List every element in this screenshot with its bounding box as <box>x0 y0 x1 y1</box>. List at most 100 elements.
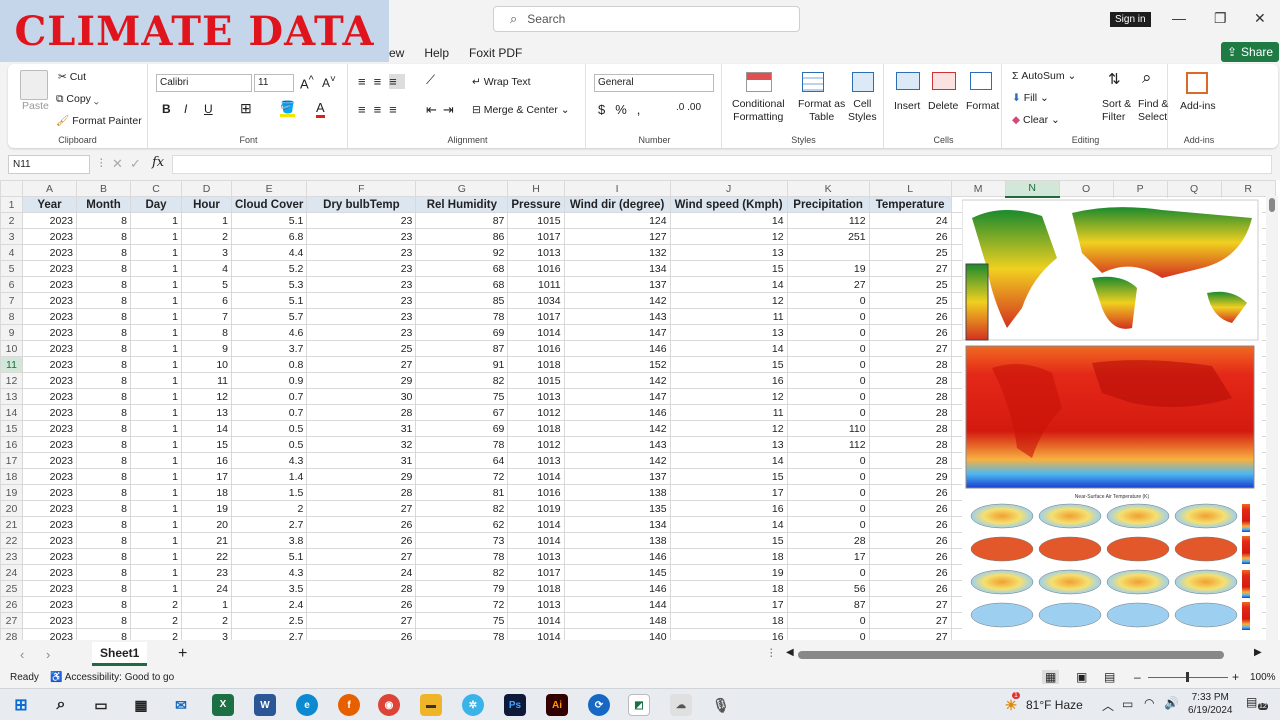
data-cell[interactable]: 2 <box>181 612 232 629</box>
data-cell[interactable]: 26 <box>868 548 952 565</box>
data-cell[interactable]: 2 <box>181 228 232 245</box>
data-cell[interactable]: 8 <box>76 484 131 501</box>
data-cell[interactable]: 1034 <box>507 292 565 309</box>
data-cell[interactable]: 75 <box>415 612 509 629</box>
italic-icon[interactable]: I <box>184 102 187 116</box>
data-cell[interactable]: 1014 <box>507 468 565 485</box>
data-cell[interactable]: 0 <box>786 404 870 421</box>
data-cell[interactable]: 0 <box>786 468 870 485</box>
task-view-icon[interactable]: ▭ <box>90 694 112 716</box>
data-cell[interactable]: 1 <box>130 420 182 437</box>
horizontal-align-icons[interactable]: ≡≡≡ <box>358 102 405 117</box>
data-cell[interactable]: 0 <box>786 388 870 405</box>
data-cell[interactable]: 26 <box>868 516 952 533</box>
data-cell[interactable]: 2.4 <box>230 596 308 613</box>
data-cell[interactable]: 142 <box>563 372 671 389</box>
data-cell[interactable]: 1016 <box>507 340 565 357</box>
data-cell[interactable]: 4.3 <box>230 452 308 469</box>
data-cell[interactable]: 8 <box>76 372 131 389</box>
data-cell[interactable]: 2023 <box>22 564 77 581</box>
data-cell[interactable]: 1016 <box>507 484 565 501</box>
data-cell[interactable]: 15 <box>669 356 788 373</box>
zoom-out-icon[interactable]: – <box>1134 670 1141 684</box>
data-cell[interactable]: 8 <box>76 420 131 437</box>
data-cell[interactable]: 25 <box>868 244 952 261</box>
data-cell[interactable]: 26 <box>306 516 417 533</box>
column-title[interactable]: Day <box>130 196 182 213</box>
data-cell[interactable]: 11 <box>181 372 232 389</box>
data-cell[interactable]: 8 <box>76 308 131 325</box>
data-cell[interactable]: 78 <box>415 308 509 325</box>
data-cell[interactable]: 12 <box>669 420 788 437</box>
data-cell[interactable]: 8 <box>76 516 131 533</box>
data-cell[interactable]: 26 <box>868 324 952 341</box>
data-cell[interactable]: 17 <box>669 596 788 613</box>
data-cell[interactable]: 1 <box>130 452 182 469</box>
row-header[interactable]: 21 <box>0 516 23 533</box>
data-cell[interactable]: 2023 <box>22 308 77 325</box>
data-cell[interactable]: 28 <box>868 388 952 405</box>
data-cell[interactable]: 1017 <box>507 308 565 325</box>
data-cell[interactable]: 1014 <box>507 628 565 640</box>
data-cell[interactable]: 2023 <box>22 324 77 341</box>
data-cell[interactable]: 15 <box>669 468 788 485</box>
row-header[interactable]: 18 <box>0 468 23 485</box>
format-as-table-button[interactable]: Format as Table <box>798 98 845 124</box>
data-cell[interactable]: 24 <box>306 564 417 581</box>
row-header[interactable]: 3 <box>0 228 23 245</box>
data-cell[interactable]: 6.8 <box>230 228 308 245</box>
data-cell[interactable]: 134 <box>563 260 671 277</box>
find-select-button[interactable]: Find & Select <box>1138 98 1168 124</box>
data-cell[interactable]: 5.2 <box>230 260 308 277</box>
format-button[interactable]: Format <box>966 100 999 112</box>
data-cell[interactable]: 28 <box>306 580 417 597</box>
select-all-corner[interactable] <box>0 180 23 197</box>
data-cell[interactable]: 1019 <box>507 500 565 517</box>
data-cell[interactable]: 1013 <box>507 596 565 613</box>
data-cell[interactable]: 4.6 <box>230 324 308 341</box>
data-cell[interactable]: 1016 <box>507 260 565 277</box>
data-cell[interactable]: 25 <box>306 340 417 357</box>
conditional-formatting-button[interactable]: Conditional Formatting <box>732 98 785 124</box>
fill-button[interactable]: ⬇ Fill ⌄ <box>1012 92 1049 104</box>
row-header[interactable]: 9 <box>0 324 23 341</box>
data-cell[interactable]: 8 <box>76 292 131 309</box>
data-cell[interactable]: 3.7 <box>230 340 308 357</box>
zoom-in-icon[interactable]: + <box>1232 670 1239 684</box>
data-cell[interactable]: 27 <box>868 612 952 629</box>
page-break-icon[interactable]: ▤ <box>1104 670 1115 684</box>
data-cell[interactable]: 14 <box>669 516 788 533</box>
taskbar-search-icon[interactable]: ⌕ <box>50 694 72 716</box>
data-cell[interactable]: 1 <box>130 580 182 597</box>
normal-view-icon[interactable]: ▦ <box>1042 670 1060 684</box>
data-cell[interactable]: 152 <box>563 356 671 373</box>
column-header-i[interactable]: I <box>563 180 671 197</box>
column-title[interactable]: Wind speed (Kmph) <box>669 196 788 213</box>
data-cell[interactable]: 67 <box>415 404 509 421</box>
formula-input[interactable] <box>172 155 1272 174</box>
row-header[interactable]: 23 <box>0 548 23 565</box>
data-cell[interactable]: 8 <box>76 228 131 245</box>
row-header[interactable]: 24 <box>0 564 23 581</box>
zoom-slider-thumb[interactable] <box>1186 672 1189 682</box>
data-cell[interactable]: 146 <box>563 548 671 565</box>
horizontal-scroll-thumb[interactable] <box>798 651 1224 659</box>
next-sheet-icon[interactable]: › <box>46 647 50 662</box>
vertical-scrollbar[interactable] <box>1266 196 1278 640</box>
data-cell[interactable]: 27 <box>306 356 417 373</box>
shrink-font-icon[interactable]: A˅ <box>322 74 336 90</box>
data-cell[interactable]: 62 <box>415 516 509 533</box>
page-layout-icon[interactable]: ▣ <box>1076 670 1087 684</box>
data-cell[interactable]: 8 <box>76 340 131 357</box>
data-cell[interactable]: 26 <box>868 500 952 517</box>
data-cell[interactable]: 29 <box>868 468 952 485</box>
name-box[interactable]: N11 <box>8 155 90 174</box>
fx-icon[interactable]: fx <box>152 155 164 170</box>
data-cell[interactable]: 147 <box>563 388 671 405</box>
data-cell[interactable]: 2023 <box>22 244 77 261</box>
data-cell[interactable]: 92 <box>415 244 509 261</box>
font-color-icon[interactable]: A <box>316 100 325 118</box>
data-cell[interactable]: 1017 <box>507 228 565 245</box>
spreadsheet-grid[interactable]: ABCDEFGHIJKLMNOPQR 1 Year Month Day Hour Clou… <box>0 180 1280 640</box>
data-cell[interactable]: 32 <box>306 436 417 453</box>
